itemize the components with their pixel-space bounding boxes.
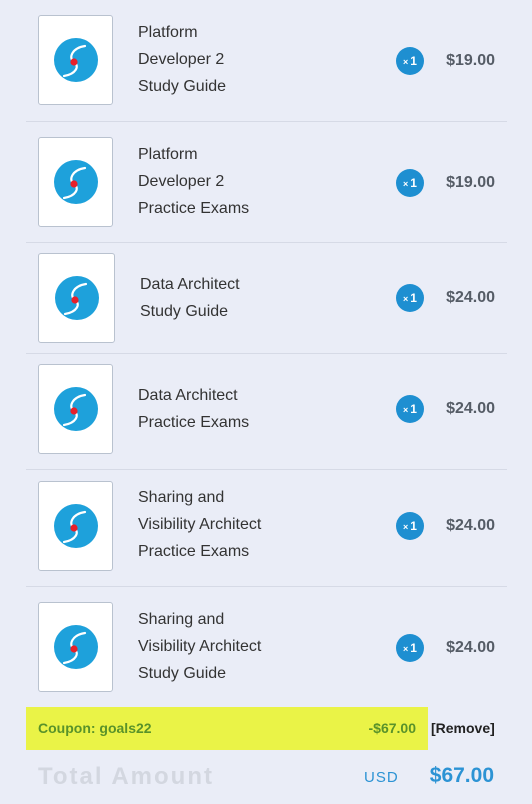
total-currency: USD [364, 769, 399, 786]
product-thumbnail[interactable] [38, 481, 113, 571]
item-name-line: Developer 2 [138, 173, 225, 190]
multiply-icon: × [403, 179, 409, 189]
item-price: $24.00 [446, 289, 495, 306]
product-thumbnail[interactable] [38, 364, 113, 454]
multiply-icon: × [403, 57, 409, 67]
product-thumbnail[interactable] [38, 15, 113, 105]
item-name-line: Study Guide [140, 303, 229, 320]
total-label: Total Amount [38, 763, 214, 790]
product-logo-icon [53, 625, 98, 669]
cart-item: Data Architect Practice Exams × 1 $24.00 [26, 353, 507, 470]
coupon-label: Coupon: goals22 [38, 720, 152, 736]
multiply-icon: × [403, 644, 409, 654]
item-name-line: Study Guide [138, 78, 227, 95]
multiply-icon: × [403, 405, 409, 415]
item-name: Data Architect Practice Exams [138, 382, 378, 436]
cart-item: Platform Developer 2 Practice Exams × 1 $… [26, 121, 507, 243]
multiply-icon: × [403, 522, 409, 532]
cart-item: Platform Developer 2 Study Guide × 1 $19.… [26, 0, 507, 122]
product-logo-icon [54, 276, 99, 320]
item-name-line: Developer 2 [138, 51, 225, 68]
item-name-line: Visibility Architect [138, 638, 262, 655]
item-name-line: Platform [138, 24, 198, 41]
item-name-line: Visibility Architect [138, 516, 262, 533]
item-price: $24.00 [446, 639, 495, 656]
item-name: Data Architect Study Guide [140, 271, 380, 325]
product-thumbnail[interactable] [38, 253, 115, 343]
product-logo-icon [53, 504, 98, 548]
cart-item: Data Architect Study Guide × 1 $24.00 [26, 242, 507, 354]
item-name-line: Practice Exams [138, 414, 250, 431]
item-name-line: Study Guide [138, 665, 227, 682]
total-value: $67.00 [429, 764, 494, 787]
product-logo-icon [53, 160, 98, 204]
multiply-icon: × [403, 294, 409, 304]
item-name-line: Practice Exams [138, 200, 250, 217]
remove-coupon-link[interactable]: [Remove] [431, 720, 495, 736]
cart-item: Sharing and Visibility Architect Study G… [26, 586, 507, 707]
coupon-amount: -$67.00 [368, 720, 416, 736]
product-thumbnail[interactable] [38, 602, 113, 692]
item-name-line: Sharing and [138, 489, 225, 506]
item-name: Platform Developer 2 Study Guide [138, 19, 378, 100]
product-logo-icon [53, 387, 98, 431]
cart-summary: Platform Developer 2 Study Guide × 1 $19.… [0, 0, 532, 804]
item-name-line: Data Architect [140, 276, 240, 293]
item-price: $24.00 [446, 517, 495, 534]
item-name-line: Data Architect [138, 387, 238, 404]
item-name-line: Sharing and [138, 611, 225, 628]
item-price: $24.00 [446, 400, 495, 417]
item-name-line: Practice Exams [138, 543, 250, 560]
item-name-line: Platform [138, 146, 198, 163]
product-thumbnail[interactable] [38, 137, 113, 227]
item-name: Platform Developer 2 Practice Exams [138, 141, 378, 222]
product-logo-icon [53, 38, 98, 82]
cart-item: Sharing and Visibility Architect Practic… [26, 469, 507, 587]
item-price: $19.00 [446, 174, 495, 191]
coupon-row: Coupon: goals22 -$67.00 [26, 707, 428, 750]
item-price: $19.00 [446, 52, 495, 69]
item-name: Sharing and Visibility Architect Study G… [138, 606, 378, 687]
item-name: Sharing and Visibility Architect Practic… [138, 484, 378, 565]
